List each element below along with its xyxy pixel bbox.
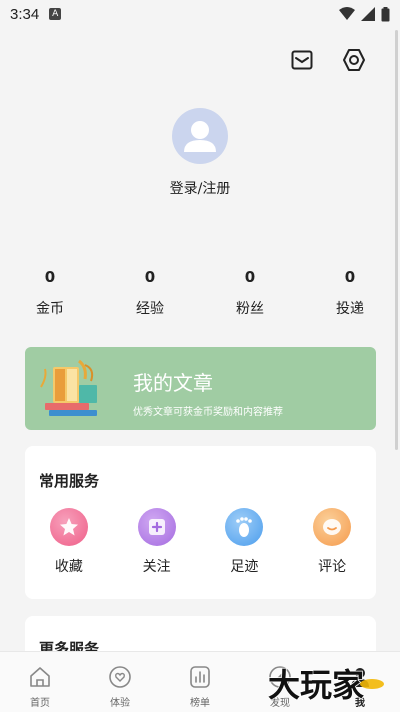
common-services-card: 常用服务 收藏 关注 足迹 评论 (25, 446, 376, 599)
stats-row: 0 金币 0 经验 0 粉丝 0 投递 (0, 268, 400, 318)
heart-icon (109, 666, 131, 688)
stat-value: 0 (44, 268, 56, 286)
scrollbar[interactable] (395, 30, 398, 450)
chart-icon (190, 666, 210, 688)
comment-icon (323, 519, 342, 535)
stat-value: 0 (344, 268, 356, 286)
status-bar: 3:34 A (0, 0, 400, 28)
my-articles-banner[interactable]: 我的文章 优秀文章可获金币奖励和内容推荐 (25, 347, 376, 430)
banner-subtitle: 优秀文章可获金币奖励和内容推荐 (133, 407, 283, 418)
tab-label: 体验 (110, 698, 130, 709)
top-actions (288, 46, 368, 74)
watermark-logo: 大玩家 (268, 665, 384, 704)
stat-fans[interactable]: 0 粉丝 (200, 268, 300, 318)
service-label: 收藏 (54, 559, 83, 575)
profile-section: 登录/注册 (0, 108, 400, 198)
comments-circle (313, 508, 352, 546)
stat-value: 0 (244, 268, 256, 286)
tab-rankings[interactable]: 榜单 (160, 652, 240, 712)
service-footprints[interactable]: 足迹 (201, 508, 289, 576)
stat-label: 粉丝 (236, 301, 264, 317)
tab-experience[interactable]: 体验 (80, 652, 160, 712)
service-follow[interactable]: 关注 (113, 508, 201, 576)
books-illustration-icon (40, 359, 97, 416)
banner-title: 我的文章 (133, 371, 213, 395)
svg-text:大玩家: 大玩家 (268, 666, 364, 704)
plus-icon (148, 519, 165, 535)
tab-label: 首页 (30, 698, 50, 709)
settings-button[interactable] (340, 46, 368, 74)
services-title: 常用服务 (39, 472, 100, 490)
notification-badge-icon: A (49, 8, 62, 20)
service-comments[interactable]: 评论 (288, 508, 376, 576)
message-button[interactable] (288, 46, 316, 74)
signal-icon (361, 7, 375, 21)
mail-icon (291, 50, 313, 70)
wifi-icon (339, 7, 355, 20)
follow-circle (137, 508, 176, 546)
stat-label: 金币 (36, 301, 64, 317)
home-icon (30, 667, 50, 687)
status-time: 3:34 (10, 5, 40, 23)
login-register-link[interactable]: 登录/注册 (0, 178, 400, 198)
stat-coins[interactable]: 0 金币 (0, 268, 100, 318)
footprints-circle (225, 508, 264, 546)
favorites-circle (49, 508, 88, 546)
stat-label: 经验 (136, 301, 164, 317)
gear-icon (343, 49, 365, 71)
battery-icon (381, 6, 390, 21)
status-icons (339, 6, 390, 22)
tab-home[interactable]: 首页 (0, 652, 80, 712)
stat-experience[interactable]: 0 经验 (100, 268, 200, 318)
stat-value: 0 (144, 268, 156, 286)
star-icon (59, 518, 78, 536)
stat-submissions[interactable]: 0 投递 (300, 268, 400, 318)
avatar[interactable] (172, 108, 228, 164)
default-avatar-icon (184, 121, 216, 152)
tab-label: 榜单 (190, 698, 210, 709)
service-label: 足迹 (230, 559, 259, 575)
footprint-icon (236, 517, 253, 537)
service-label: 关注 (142, 559, 171, 575)
stat-label: 投递 (336, 301, 364, 317)
service-favorites[interactable]: 收藏 (25, 508, 113, 576)
service-label: 评论 (318, 559, 347, 575)
services-row: 收藏 关注 足迹 评论 (25, 508, 376, 576)
